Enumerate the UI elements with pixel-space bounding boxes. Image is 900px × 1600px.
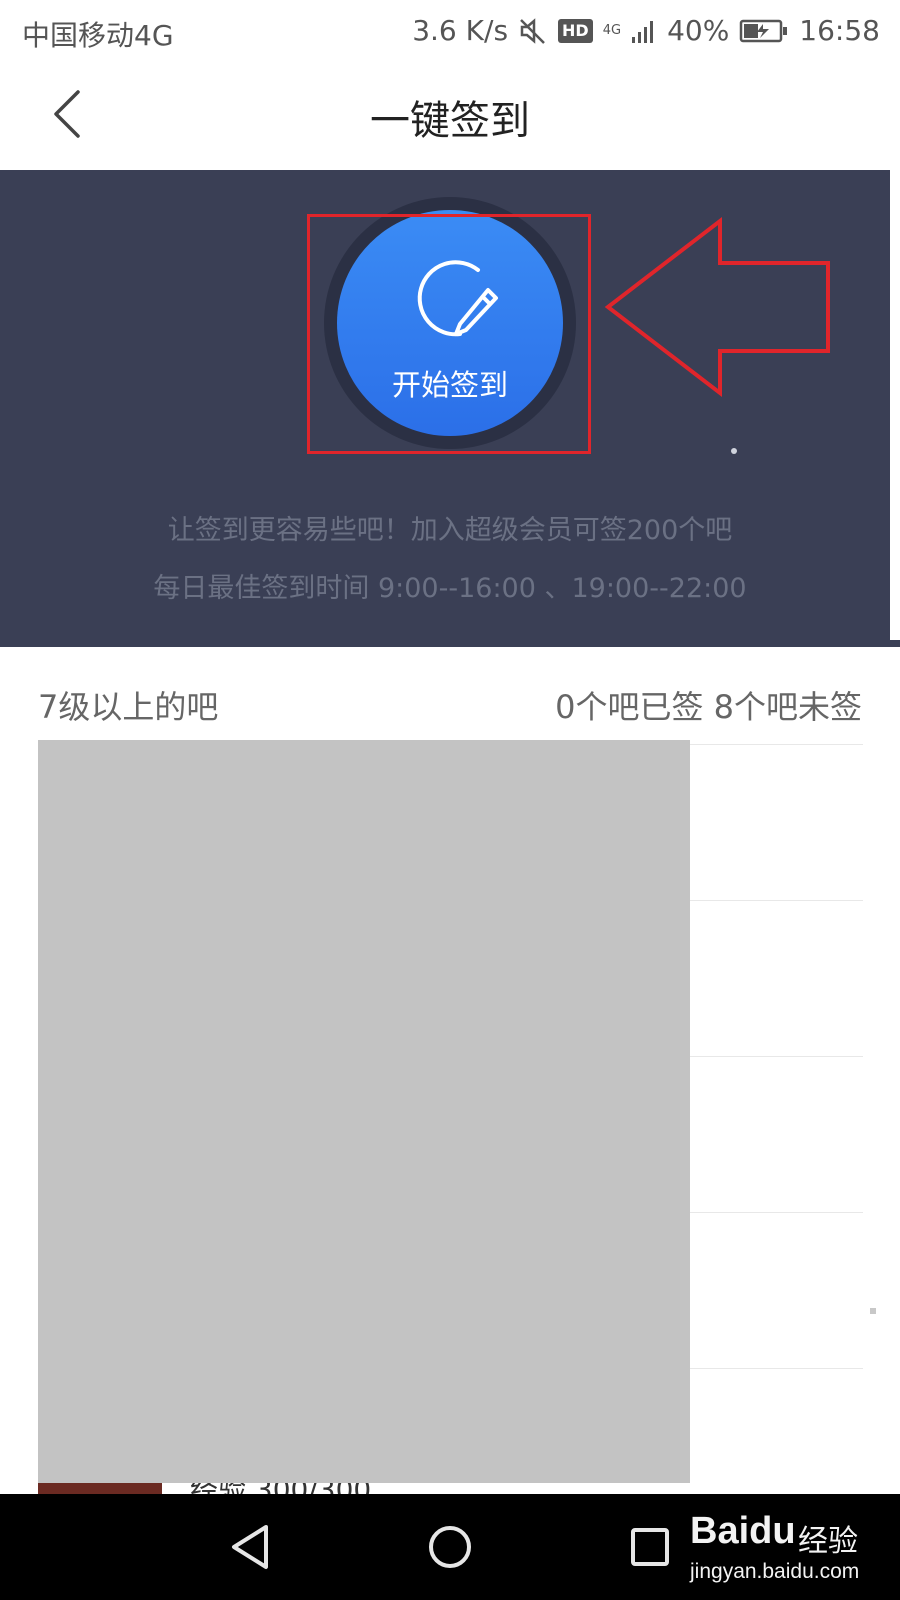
signal-icon [632, 20, 654, 43]
square-recents-icon [631, 1528, 669, 1566]
page-title: 一键签到 [370, 98, 530, 144]
battery-charging-icon [740, 19, 788, 42]
hd-badge: HD [558, 18, 593, 43]
battery-percent: 40% [667, 14, 730, 47]
annotation-highlight-box [307, 214, 591, 454]
network-speed: 3.6 K/s [412, 14, 509, 47]
watermark-brand: Baidu [690, 1510, 796, 1552]
redacted-area [38, 740, 690, 1483]
triangle-back-icon [232, 1525, 268, 1569]
status-bar: 中国移动4G 3.6 K/s HD 4G 40% 16:58 [0, 0, 900, 64]
list-title: 7级以上的吧 [38, 688, 219, 726]
nav-home-button[interactable] [405, 1494, 495, 1600]
baidu-watermark: Baidu 经验 jingyan.baidu.com [686, 1502, 896, 1592]
sign-in-stats: 0个吧已签 8个吧未签 [555, 688, 862, 726]
nav-recents-button[interactable] [605, 1494, 695, 1600]
watermark-url: jingyan.baidu.com [690, 1560, 860, 1583]
promo-text: 让签到更容易些吧！加入超级会员可签200个吧 [167, 515, 733, 546]
best-time-text: 每日最佳签到时间 9:00--16:00 、19:00--22:00 [153, 573, 747, 604]
annotation-arrow-icon [604, 216, 830, 398]
status-indicators: 3.6 K/s HD 4G 40% 16:58 [412, 14, 880, 47]
app-header: 一键签到 [0, 64, 900, 170]
carrier-label: 中国移动4G [22, 19, 174, 52]
watermark-suffix: 经验 [798, 1524, 858, 1559]
circle-home-icon [429, 1526, 471, 1568]
decorative-dot [731, 448, 737, 454]
clock: 16:58 [799, 14, 880, 47]
list-header: 7级以上的吧 0个吧已签 8个吧未签 [38, 682, 862, 730]
mute-icon [520, 17, 545, 44]
nav-back-button[interactable] [205, 1494, 295, 1600]
scroll-indicator [870, 1308, 876, 1314]
network-type: 4G [602, 23, 622, 38]
